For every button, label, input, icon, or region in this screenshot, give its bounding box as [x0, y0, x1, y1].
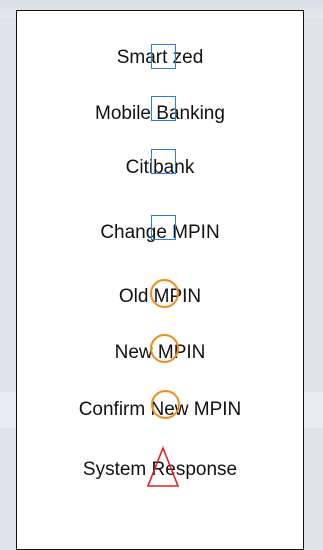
- square-marker-icon: [151, 44, 176, 69]
- circle-marker-icon: [150, 279, 179, 308]
- square-marker-icon: [151, 149, 176, 174]
- square-marker-icon: [151, 96, 176, 121]
- square-marker-icon: [151, 215, 176, 240]
- circle-marker-icon: [151, 390, 180, 419]
- triangle-marker-icon: [146, 446, 180, 487]
- circle-marker-icon: [150, 334, 179, 363]
